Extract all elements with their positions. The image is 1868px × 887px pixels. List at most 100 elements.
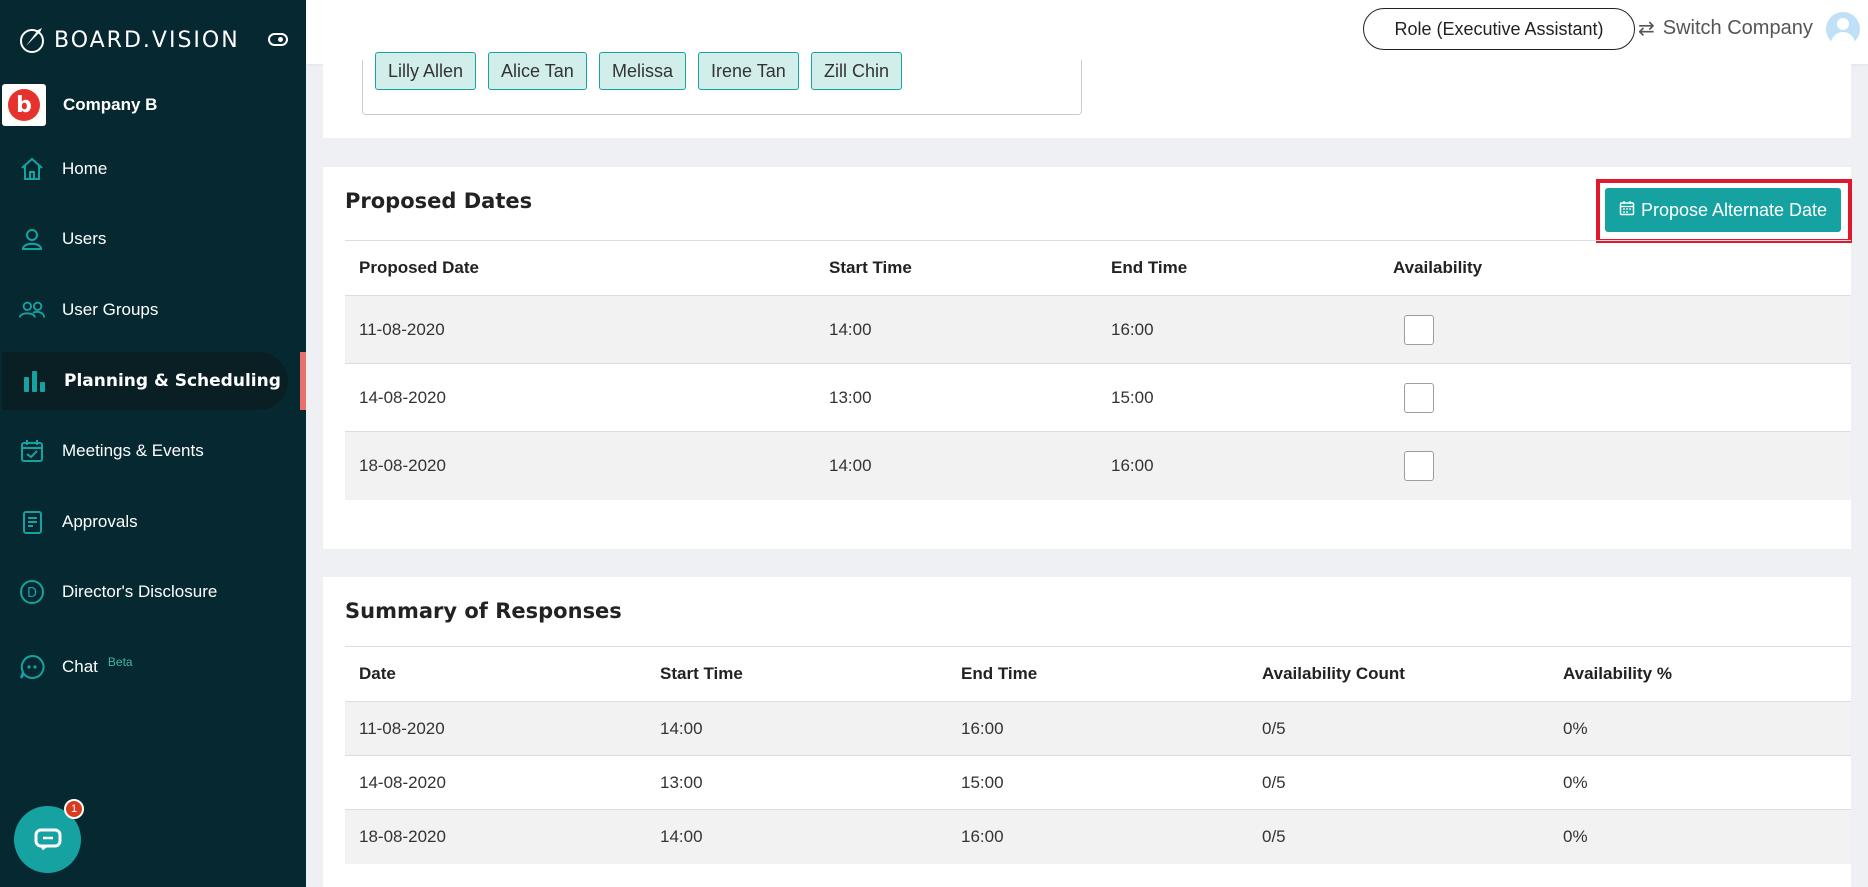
date-cell: 14-08-2020	[345, 363, 815, 432]
calendar-check-icon	[18, 437, 46, 465]
end-time-cell: 15:00	[947, 755, 1248, 810]
svg-text:D: D	[27, 586, 37, 601]
availability-checkbox[interactable]	[1404, 314, 1434, 345]
column-header: Start Time	[646, 646, 947, 702]
sidebar-item-meetings-events[interactable]: Meetings & Events	[0, 422, 290, 480]
brand-logo-icon	[20, 28, 44, 53]
chat-notification-badge: 1	[64, 799, 84, 819]
column-header: Proposed Date	[345, 240, 815, 296]
attendee-tag[interactable]: Irene Tan	[698, 52, 799, 90]
column-header: Date	[345, 646, 646, 702]
table-row: 11-08-2020 14:00 16:00 0/5 0%	[345, 701, 1851, 756]
summary-table: Date Start Time End Time Availability Co…	[345, 646, 1851, 864]
date-cell: 18-08-2020	[345, 431, 815, 500]
sidebar-item-approvals[interactable]: Approvals	[0, 493, 290, 551]
table-header-row: Date Start Time End Time Availability Co…	[345, 646, 1851, 702]
start-time-cell: 14:00	[815, 431, 1097, 500]
availability-count-cell: 0/5	[1248, 701, 1549, 756]
end-time-cell: 16:00	[947, 809, 1248, 864]
column-header: End Time	[1097, 240, 1379, 296]
availability-checkbox[interactable]	[1404, 450, 1434, 481]
availability-count-cell: 0/5	[1248, 809, 1549, 864]
role-selector[interactable]: Role (Executive Assistant)	[1363, 8, 1635, 50]
bar-chart-icon	[20, 367, 48, 395]
attendee-tag[interactable]: Lilly Allen	[375, 52, 477, 90]
sidebar-item-label: Planning & Scheduling	[64, 371, 281, 391]
sidebar-item-label: Approvals	[62, 512, 138, 531]
user-icon	[18, 225, 46, 253]
brand-name: BOARD.VISION	[54, 27, 240, 53]
date-cell: 14-08-2020	[345, 755, 646, 810]
date-cell: 11-08-2020	[345, 295, 815, 364]
sidebar-item-directors-disclosure[interactable]: D Director's Disclosure	[0, 563, 290, 621]
company-logo: b	[2, 84, 46, 126]
company-name: Company B	[63, 95, 158, 114]
end-time-cell: 16:00	[1097, 431, 1379, 500]
table-row: 18-08-2020 14:00 16:00 0/5 0%	[345, 809, 1851, 864]
sidebar: BOARD.VISION b Company B Home Users User…	[0, 0, 306, 887]
beta-badge: Beta	[107, 655, 133, 669]
date-cell: 11-08-2020	[345, 701, 646, 756]
sidebar-item-user-groups[interactable]: User Groups	[0, 281, 290, 339]
column-header: Availability Count	[1248, 646, 1549, 702]
propose-button-label: Propose Alternate Date	[1640, 199, 1828, 220]
availability-checkbox[interactable]	[1404, 382, 1434, 413]
column-header: Availability %	[1549, 646, 1851, 702]
table-row: 11-08-2020 14:00 16:00	[345, 295, 1851, 364]
switch-company-button[interactable]: ⇄ Switch Company	[1638, 16, 1813, 41]
sidebar-item-label: Director's Disclosure	[62, 582, 218, 601]
availability-cell	[1379, 295, 1851, 364]
start-time-cell: 14:00	[815, 295, 1097, 364]
table-row: 14-08-2020 13:00 15:00 0/5 0%	[345, 755, 1851, 810]
company-selector[interactable]: b Company B	[2, 84, 157, 126]
sidebar-item-label: Meetings & Events	[62, 441, 204, 460]
availability-count-cell: 0/5	[1248, 755, 1549, 810]
sidebar-item-label: Chat Beta	[62, 655, 133, 677]
brand-logo[interactable]: BOARD.VISION	[16, 24, 240, 56]
proposed-dates-table: Proposed Date Start Time End Time Availa…	[345, 240, 1851, 500]
column-header: End Time	[947, 646, 1248, 702]
active-marker	[300, 352, 306, 410]
end-time-cell: 15:00	[1097, 363, 1379, 432]
switch-arrows-icon: ⇄	[1638, 18, 1655, 40]
date-cell: 18-08-2020	[345, 809, 646, 864]
avatar[interactable]	[1826, 12, 1860, 46]
calendar-icon	[1619, 200, 1635, 221]
availability-percent-cell: 0%	[1549, 809, 1851, 864]
sidebar-item-label: Users	[62, 229, 107, 248]
attendee-tag[interactable]: Alice Tan	[488, 52, 587, 90]
availability-percent-cell: 0%	[1549, 701, 1851, 756]
proposed-dates-card: Proposed Dates Propose Alternate Date Pr…	[323, 167, 1852, 549]
company-logo-letter: b	[8, 89, 40, 121]
document-icon	[18, 508, 46, 536]
propose-alternate-date-button[interactable]: Propose Alternate Date	[1605, 188, 1841, 232]
sidebar-item-chat[interactable]: Chat Beta	[0, 638, 290, 696]
availability-percent-cell: 0%	[1549, 755, 1851, 810]
column-header: Availability	[1379, 240, 1851, 296]
summary-card: Summary of Responses Date Start Time End…	[323, 577, 1851, 887]
end-time-cell: 16:00	[947, 701, 1248, 756]
start-time-cell: 13:00	[646, 755, 947, 810]
sidebar-item-users[interactable]: Users	[0, 210, 290, 268]
sidebar-item-home[interactable]: Home	[0, 140, 290, 198]
chat-icon	[18, 653, 46, 681]
start-time-cell: 13:00	[815, 363, 1097, 432]
column-header: Start Time	[815, 240, 1097, 296]
section-title: Proposed Dates	[345, 189, 533, 213]
table-row: 14-08-2020 13:00 15:00	[345, 363, 1851, 432]
table-row: 18-08-2020 14:00 16:00	[345, 431, 1851, 500]
home-icon	[18, 155, 46, 183]
d-circle-icon: D	[18, 578, 46, 606]
table-header-row: Proposed Date Start Time End Time Availa…	[345, 240, 1851, 296]
availability-cell	[1379, 431, 1851, 500]
availability-cell	[1379, 363, 1851, 432]
sidebar-item-planning-scheduling[interactable]: Planning & Scheduling	[2, 352, 288, 410]
attendee-tag[interactable]: Melissa	[599, 52, 687, 90]
sidebar-item-label: Home	[62, 159, 108, 178]
eye-toggle-icon[interactable]	[268, 33, 288, 46]
users-icon	[18, 296, 46, 324]
chat-label: Chat	[62, 657, 98, 676]
start-time-cell: 14:00	[646, 809, 947, 864]
switch-company-label: Switch Company	[1662, 17, 1813, 39]
attendee-tag[interactable]: Zill Chin	[811, 52, 903, 90]
